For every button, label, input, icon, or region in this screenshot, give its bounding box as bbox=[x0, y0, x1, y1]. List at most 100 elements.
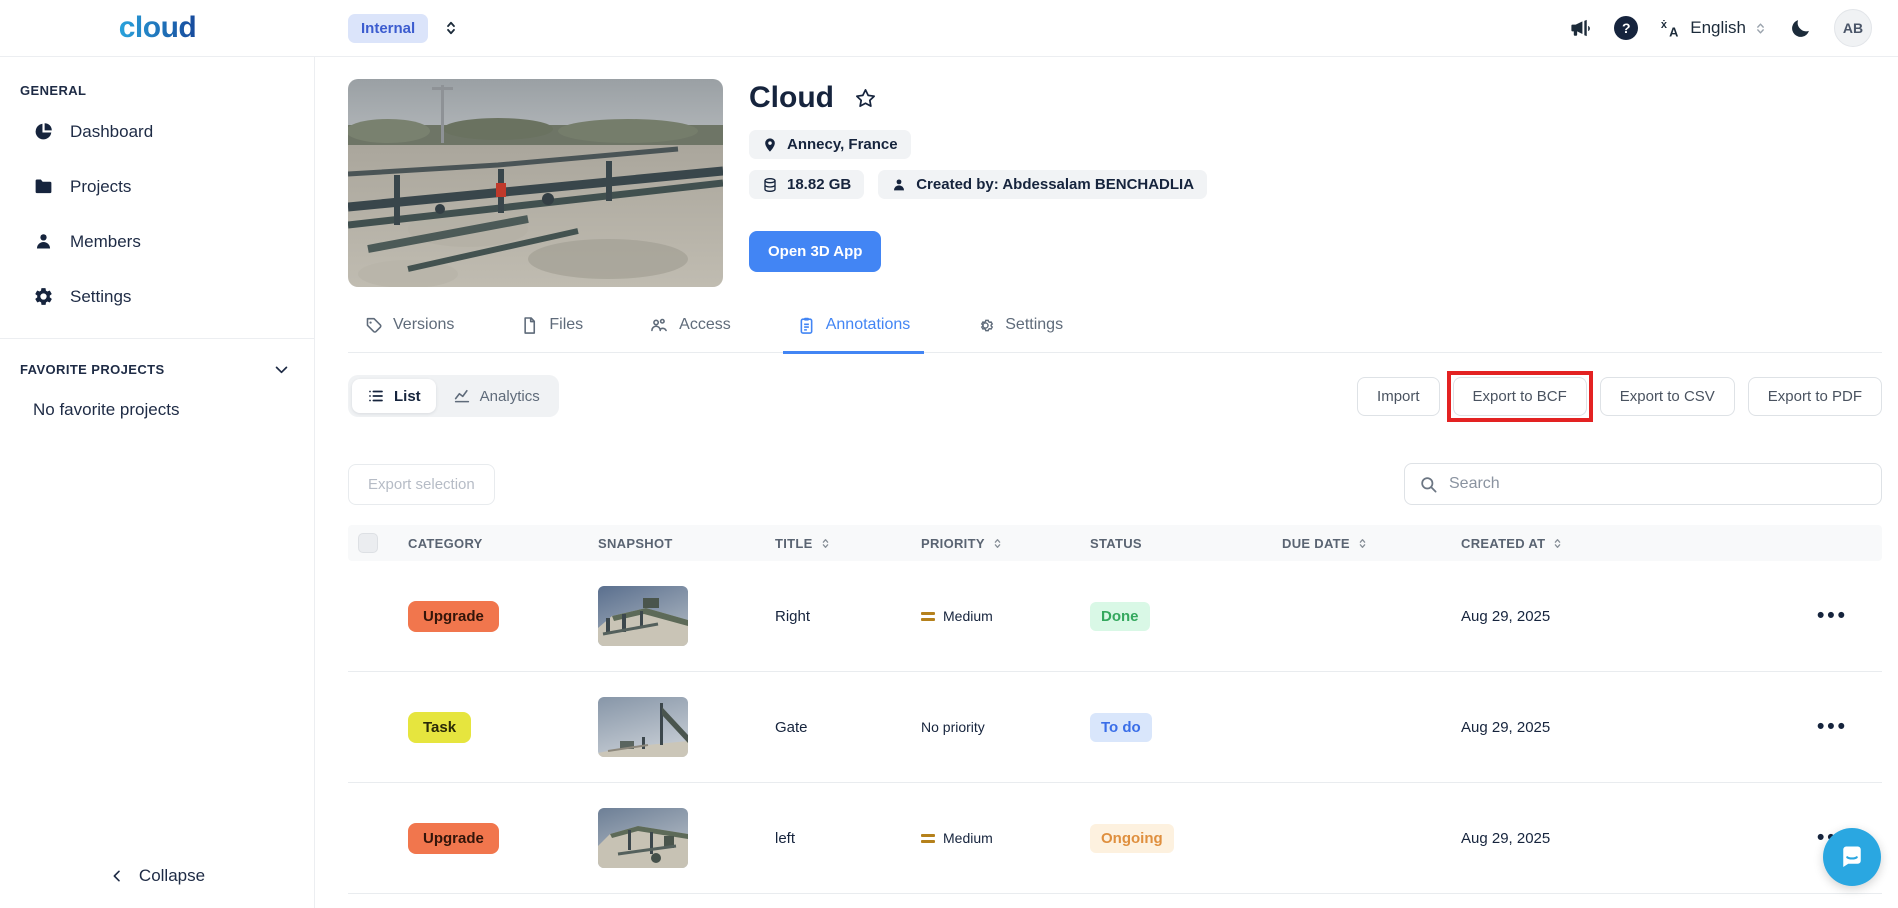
collapse-label: Collapse bbox=[138, 866, 206, 885]
chat-widget-button[interactable] bbox=[1823, 828, 1881, 886]
sidebar-item-label: Members bbox=[70, 231, 141, 251]
clipboard-icon bbox=[800, 317, 813, 334]
column-due-date[interactable]: DUE DATE bbox=[1282, 536, 1461, 551]
column-created-at[interactable]: CREATED AT bbox=[1461, 536, 1728, 551]
import-button[interactable]: Import bbox=[1357, 376, 1440, 416]
people-icon bbox=[651, 318, 668, 332]
export-to-csv-button[interactable]: Export to CSV bbox=[1599, 376, 1735, 416]
app-logo[interactable]: cloud bbox=[119, 11, 197, 45]
project-tabs: Versions Files Access Annotations Settin… bbox=[348, 315, 1882, 354]
category-badge: Task bbox=[408, 711, 472, 743]
tab-annotations[interactable]: Annotations bbox=[782, 315, 925, 354]
announcements-icon[interactable] bbox=[1569, 17, 1592, 40]
file-icon bbox=[524, 316, 536, 334]
language-unfold-icon bbox=[1757, 22, 1764, 34]
sidebar-item-members[interactable]: Members bbox=[0, 214, 314, 269]
category-badge: Upgrade bbox=[408, 822, 499, 854]
table-controls: Export selection bbox=[348, 463, 1882, 505]
row-actions-button[interactable]: ••• bbox=[1817, 716, 1882, 737]
tab-label: Settings bbox=[1005, 316, 1064, 333]
snapshot-thumbnail[interactable] bbox=[598, 586, 688, 646]
view-toggle-analytics[interactable]: Analytics bbox=[438, 379, 555, 413]
sort-icon bbox=[822, 538, 828, 548]
tab-access[interactable]: Access bbox=[635, 315, 745, 354]
priority-cell: Medium bbox=[921, 608, 1090, 624]
project-info: Cloud Annecy, France 18.82 GB Created by… bbox=[749, 79, 1208, 287]
annotation-title[interactable]: Gate bbox=[775, 719, 921, 736]
table-row[interactable]: Upgrade Right Medium Done Aug 29, 2025 •… bbox=[348, 561, 1882, 672]
folder-icon bbox=[33, 176, 54, 197]
favorite-star-icon[interactable] bbox=[854, 87, 877, 110]
search-box[interactable] bbox=[1404, 463, 1882, 505]
main-content: Cloud Annecy, France 18.82 GB Created by… bbox=[315, 57, 1898, 908]
svg-text:A: A bbox=[1669, 24, 1678, 39]
row-actions-button[interactable]: ••• bbox=[1817, 605, 1882, 626]
project-title: Cloud bbox=[749, 81, 834, 114]
language-selector[interactable]: ẋA English bbox=[1660, 17, 1767, 39]
search-input[interactable] bbox=[1449, 475, 1867, 493]
user-avatar[interactable]: AB bbox=[1834, 9, 1872, 47]
chat-icon bbox=[1843, 846, 1861, 867]
topbar-actions: ? ẋA English AB bbox=[1569, 9, 1872, 47]
analytics-chart-icon bbox=[454, 389, 469, 403]
created-at-cell: Aug 29, 2025 bbox=[1461, 829, 1551, 847]
export-to-pdf-button[interactable]: Export to PDF bbox=[1747, 376, 1882, 416]
favorites-section-header[interactable]: FAVORITE PROJECTS bbox=[0, 361, 314, 378]
table-row[interactable]: Task Gate No priority To do Aug 29, 2025… bbox=[348, 672, 1882, 783]
column-priority[interactable]: PRIORITY bbox=[921, 536, 1090, 551]
sidebar-collapse-button[interactable]: Collapse bbox=[0, 866, 314, 886]
project-location-badge: Annecy, France bbox=[749, 130, 911, 159]
database-icon bbox=[764, 177, 776, 192]
tab-files[interactable]: Files bbox=[506, 315, 597, 354]
view-toggle-list[interactable]: List bbox=[352, 379, 436, 413]
search-icon bbox=[1421, 476, 1437, 492]
tab-label: Annotations bbox=[825, 316, 911, 333]
sort-icon bbox=[994, 538, 1001, 548]
sort-icon bbox=[1359, 538, 1366, 548]
sidebar-item-label: Projects bbox=[70, 176, 132, 196]
tab-label: Files bbox=[549, 316, 584, 333]
annotation-title[interactable]: Right bbox=[775, 608, 921, 625]
project-image bbox=[348, 79, 723, 287]
tab-label: Versions bbox=[393, 316, 455, 333]
tab-versions[interactable]: Versions bbox=[350, 315, 468, 354]
workspace-switcher[interactable]: Internal bbox=[348, 13, 460, 43]
sidebar-item-dashboard[interactable]: Dashboard bbox=[0, 104, 314, 159]
category-badge: Upgrade bbox=[408, 600, 499, 632]
sidebar-item-projects[interactable]: Projects bbox=[0, 159, 314, 214]
workspace-unfold-icon[interactable] bbox=[442, 19, 460, 37]
export-to-bcf-button[interactable]: Export to BCF bbox=[1452, 376, 1587, 416]
logo-area: cloud bbox=[0, 11, 315, 45]
project-creator-badge: Created by: Abdessalam BENCHADLIA bbox=[878, 170, 1208, 199]
export-actions: Import Export to BCF Export to CSV Expor… bbox=[1357, 370, 1882, 422]
project-creator: Created by: Abdessalam BENCHADLIA bbox=[916, 176, 1195, 193]
created-at-cell: Aug 29, 2025 bbox=[1461, 718, 1551, 736]
help-icon[interactable]: ? bbox=[1614, 16, 1639, 40]
select-all-checkbox[interactable] bbox=[358, 533, 378, 553]
dark-mode-moon-icon[interactable] bbox=[1789, 17, 1812, 40]
sidebar-item-label: Settings bbox=[70, 286, 132, 306]
table-row[interactable]: Upgrade left Medium Ongoing Aug 29, 2025 bbox=[348, 783, 1882, 894]
workspace-badge[interactable]: Internal bbox=[348, 13, 429, 43]
sidebar-item-settings[interactable]: Settings bbox=[0, 269, 314, 324]
annotation-title[interactable]: left bbox=[775, 830, 921, 847]
priority-cell: No priority bbox=[921, 719, 985, 735]
topbar: cloud Internal ? ẋA English AB bbox=[0, 0, 1898, 57]
project-header: Cloud Annecy, France 18.82 GB Created by… bbox=[348, 79, 1882, 287]
column-title[interactable]: TITLE bbox=[775, 536, 921, 551]
status-badge: Done bbox=[1090, 601, 1150, 631]
snapshot-thumbnail[interactable] bbox=[598, 697, 688, 757]
export-selection-button[interactable]: Export selection bbox=[348, 463, 495, 505]
chevron-down-icon bbox=[275, 366, 288, 374]
svg-text:ẋ: ẋ bbox=[1661, 19, 1668, 31]
translate-icon: ẋA bbox=[1660, 17, 1682, 39]
status-badge: Ongoing bbox=[1090, 823, 1174, 853]
tab-settings[interactable]: Settings bbox=[962, 315, 1077, 354]
gear-icon bbox=[981, 319, 994, 331]
view-toggle: List Analytics bbox=[348, 375, 559, 417]
snapshot-thumbnail[interactable] bbox=[598, 808, 688, 868]
open-3d-app-button[interactable]: Open 3D App bbox=[749, 231, 882, 272]
annotations-toolbar: List Analytics Import Export to BCF Expo… bbox=[348, 370, 1882, 422]
project-size-badge: 18.82 GB bbox=[749, 170, 865, 199]
favorites-label: FAVORITE PROJECTS bbox=[20, 362, 165, 377]
